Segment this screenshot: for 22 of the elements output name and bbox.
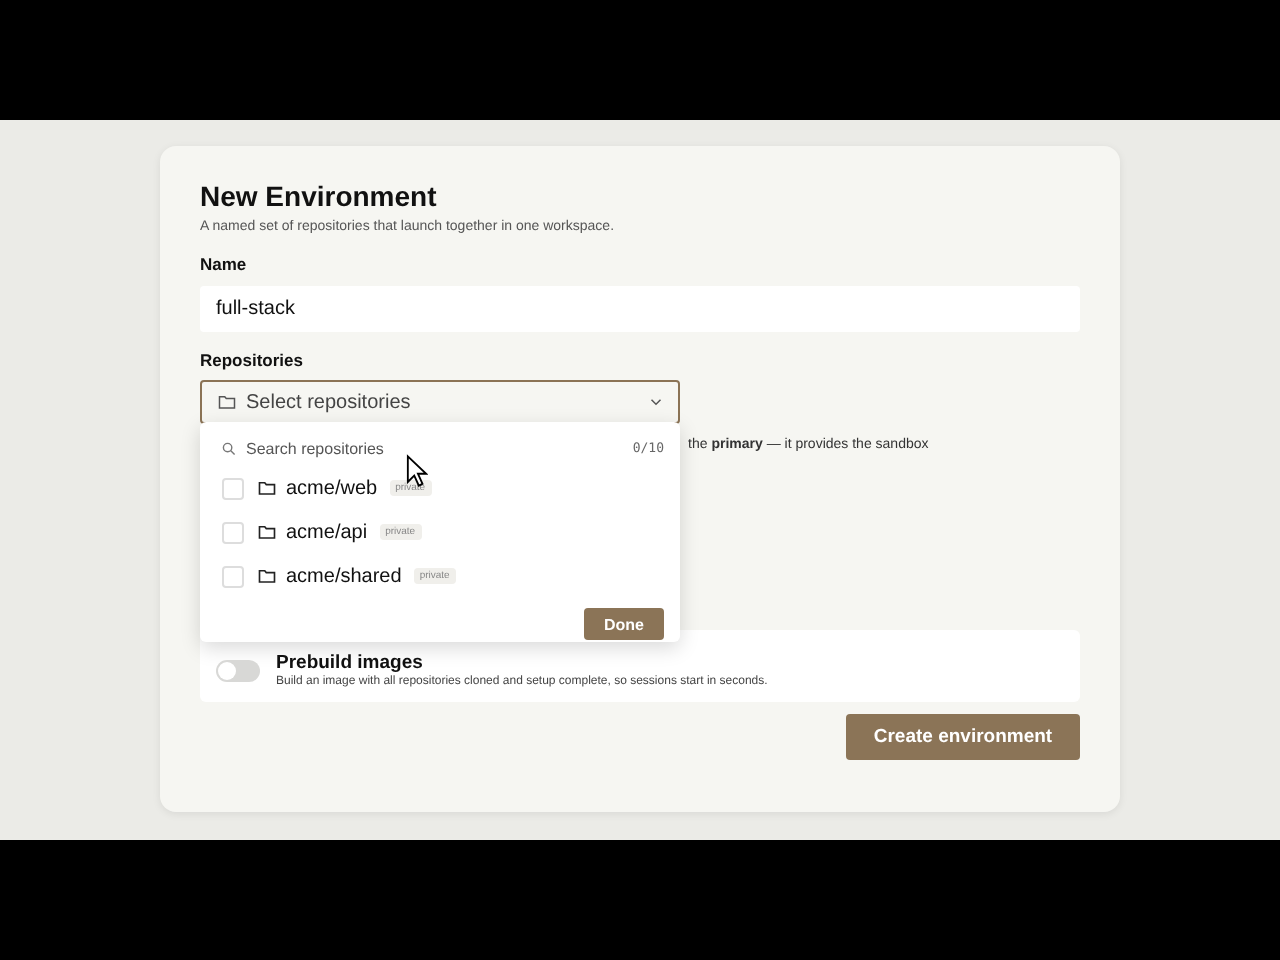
folder-icon	[258, 568, 276, 584]
checkbox[interactable]	[222, 521, 244, 543]
create-environment-button[interactable]: Create environment	[846, 714, 1080, 760]
prebuild-title: Prebuild images	[276, 652, 425, 674]
folder-icon	[258, 480, 276, 496]
checkbox[interactable]	[222, 477, 244, 499]
repository-name[interactable]: acme/api	[286, 521, 368, 543]
repositories-select[interactable]: Select repositories	[200, 380, 680, 424]
repository-name[interactable]: acme/shared	[286, 565, 402, 587]
folder-icon	[218, 394, 236, 410]
toggle-switch[interactable]	[216, 660, 260, 682]
search-icon	[222, 441, 236, 455]
folder-icon	[258, 524, 276, 540]
field-label: Repositories	[200, 350, 305, 370]
dialog-title: New Environment	[200, 180, 439, 212]
chevron-down-icon	[650, 398, 662, 406]
search-field[interactable]: Search repositories	[246, 439, 633, 457]
done-button[interactable]: Done	[584, 608, 664, 640]
name-field[interactable]: full-stack	[200, 286, 1080, 332]
checkbox[interactable]	[222, 565, 244, 587]
repository-name[interactable]: acme/web	[286, 477, 378, 499]
field-label: Name	[200, 254, 249, 274]
